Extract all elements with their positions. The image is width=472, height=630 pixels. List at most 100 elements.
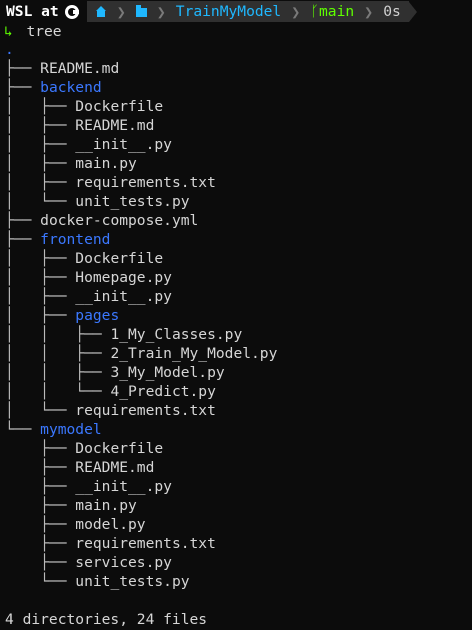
tree-branch-lines: │ ├── [5, 98, 76, 115]
tree-file-row: │ ├── Homepage.py [5, 268, 277, 287]
file-name: requirements.txt [75, 535, 216, 552]
tree-rows: ├── README.md ├── backend │ ├── Dockerfile… [5, 59, 277, 591]
tree-file-row: │ ├── Dockerfile [5, 97, 277, 116]
tree-file-row: ├── Dockerfile [5, 439, 277, 458]
file-name: README.md [40, 60, 120, 77]
tree-branch-lines: │ │ ├── [5, 326, 111, 343]
file-name: README.md [75, 459, 155, 476]
tree-branch-lines: └── [5, 421, 41, 438]
file-name: __init__.py [75, 136, 172, 153]
file-name: 4_Predict.py [110, 383, 216, 400]
os-segment: WSL at [0, 1, 87, 22]
command-text: tree [26, 23, 62, 40]
shell-prompt: WSL at ❯ ❯ TrainMyModel ❯ ᚴmain ❯ 0s [0, 0, 472, 23]
tree-branch-lines: │ ├── [5, 269, 76, 286]
directory-name: frontend [40, 231, 111, 248]
tree-branch-lines: │ ├── [5, 117, 76, 134]
file-name: 3_My_Model.py [110, 364, 225, 381]
tree-file-row: └── unit_tests.py [5, 572, 277, 591]
tree-file-row: │ ├── __init__.py [5, 287, 277, 306]
tree-branch-lines: │ │ ├── [5, 364, 111, 381]
tree-file-row: ├── __init__.py [5, 477, 277, 496]
tree-branch-lines: │ ├── [5, 174, 76, 191]
tree-directory-row: ├── frontend [5, 230, 277, 249]
file-name: README.md [75, 117, 155, 134]
tree-branch-lines: │ │ └── [5, 383, 111, 400]
file-name: __init__.py [75, 288, 172, 305]
tree-summary: 4 directories, 24 files [5, 611, 208, 628]
tree-branch-lines: └── [5, 573, 76, 590]
tree-branch-lines: │ ├── [5, 307, 76, 324]
tree-output: . ├── README.md ├── backend │ ├── Dockerfi… [5, 40, 277, 591]
tree-branch-lines: ├── [5, 440, 76, 457]
tree-root-label: . [5, 41, 14, 58]
directory-name: backend [40, 79, 102, 96]
tree-branch-lines: │ └── [5, 193, 76, 210]
file-name: Dockerfile [75, 250, 164, 267]
tree-directory-row: │ ├── pages [5, 306, 277, 325]
tree-file-row: ├── docker-compose.yml [5, 211, 277, 230]
file-name: docker-compose.yml [40, 212, 199, 229]
file-name: Homepage.py [75, 269, 172, 286]
tree-branch-lines: ├── [5, 516, 76, 533]
tree-file-row: ├── model.py [5, 515, 277, 534]
file-name: 2_Train_My_Model.py [110, 345, 278, 362]
tree-branch-lines: │ ├── [5, 155, 76, 172]
tree-file-row: │ │ └── 4_Predict.py [5, 382, 277, 401]
tree-branch-lines: ├── [5, 497, 76, 514]
tree-file-row: ├── README.md [5, 59, 277, 78]
os-label: WSL at [6, 3, 59, 20]
tree-file-row: ├── main.py [5, 496, 277, 515]
file-name: Dockerfile [75, 98, 164, 115]
tree-branch-lines: ├── [5, 459, 76, 476]
folder-icon [135, 5, 147, 17]
tree-file-row: │ │ ├── 1_My_Classes.py [5, 325, 277, 344]
separator-icon: ❯ [156, 2, 166, 21]
tree-branch-lines: ├── [5, 478, 76, 495]
git-branch: ᚴmain [310, 3, 354, 20]
segment-end-arrow [408, 1, 417, 22]
tree-file-row: │ ├── __init__.py [5, 135, 277, 154]
tree-branch-lines: ├── [5, 212, 41, 229]
tree-branch-lines: │ │ ├── [5, 345, 111, 362]
home-icon [95, 5, 107, 18]
tree-branch-lines: │ ├── [5, 136, 76, 153]
tree-branch-lines: ├── [5, 554, 76, 571]
file-name: main.py [75, 155, 137, 172]
tree-file-row: ├── services.py [5, 553, 277, 572]
file-name: requirements.txt [75, 174, 216, 191]
tree-branch-lines: ├── [5, 79, 41, 96]
file-name: model.py [75, 516, 146, 533]
tree-root: . [5, 40, 277, 59]
tree-branch-lines: ├── [5, 535, 76, 552]
file-name: unit_tests.py [75, 193, 190, 210]
tree-file-row: │ ├── main.py [5, 154, 277, 173]
current-directory: TrainMyModel [175, 3, 282, 20]
git-branch-label: main [319, 3, 355, 20]
separator-icon: ❯ [291, 2, 301, 21]
tree-file-row: │ │ ├── 3_My_Model.py [5, 363, 277, 382]
directory-name: mymodel [40, 421, 102, 438]
file-name: services.py [75, 554, 172, 571]
file-name: requirements.txt [75, 402, 216, 419]
file-name: 1_My_Classes.py [110, 326, 243, 343]
command-duration: 0s [383, 3, 401, 20]
tree-file-row: │ └── unit_tests.py [5, 192, 277, 211]
git-branch-icon: ᚴ [310, 3, 320, 20]
tree-branch-lines: ├── [5, 231, 41, 248]
file-name: Dockerfile [75, 440, 164, 457]
tree-directory-row: └── mymodel [5, 420, 277, 439]
path-segment: ❯ ❯ TrainMyModel ❯ ᚴmain ❯ 0s [86, 1, 409, 22]
file-name: unit_tests.py [75, 573, 190, 590]
tree-branch-lines: │ ├── [5, 288, 76, 305]
directory-name: pages [75, 307, 120, 324]
tree-file-row: ├── README.md [5, 458, 277, 477]
tree-file-row: │ └── requirements.txt [5, 401, 277, 420]
tree-file-row: │ │ ├── 2_Train_My_Model.py [5, 344, 277, 363]
tree-directory-row: ├── backend [5, 78, 277, 97]
prompt-arrow-icon: ↳ [4, 23, 13, 40]
tree-file-row: ├── requirements.txt [5, 534, 277, 553]
ubuntu-icon [64, 4, 79, 19]
file-name: main.py [75, 497, 137, 514]
tree-branch-lines: │ ├── [5, 250, 76, 267]
